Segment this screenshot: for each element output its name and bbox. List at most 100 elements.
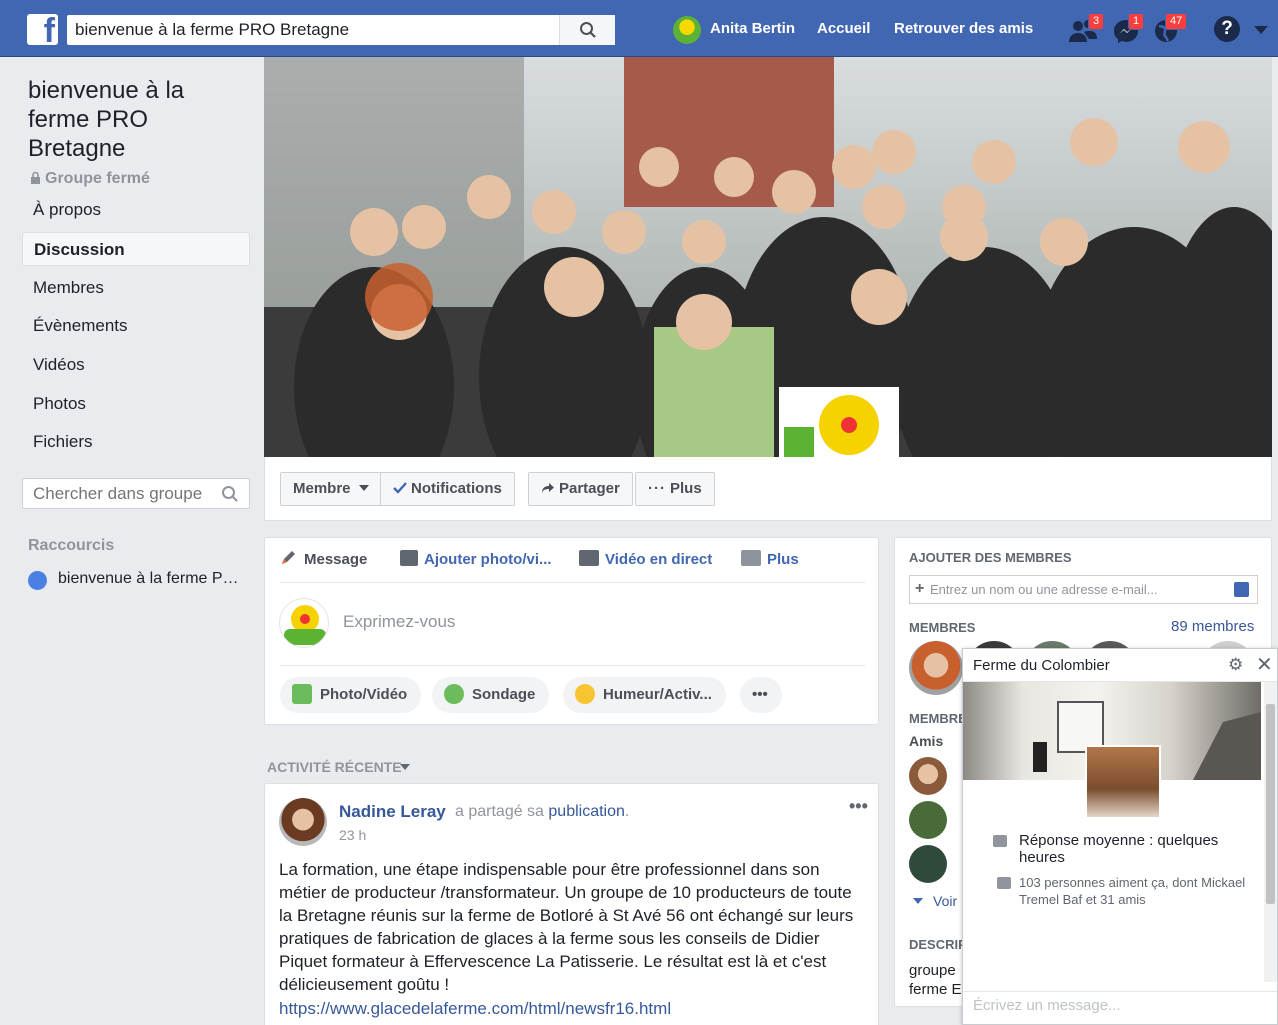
messages-button[interactable]: 1	[1112, 13, 1146, 45]
group-title[interactable]: bienvenue à la ferme PRO Bretagne	[28, 76, 238, 163]
chat-window: Ferme du Colombier ⚙ ✕ Réponse moyenne :…	[962, 648, 1278, 1025]
add-member-placeholder: Entrez un nom ou une adresse e-mail...	[930, 582, 1158, 597]
tab-live-video[interactable]: Vidéo en direct	[579, 550, 712, 568]
members-count-link[interactable]: 89 membres	[1171, 618, 1254, 635]
friend-avatar[interactable]	[909, 845, 947, 883]
sidebar-item-events[interactable]: Évènements	[22, 309, 250, 343]
friends-subtitle: Amis	[909, 733, 944, 749]
top-navigation-bar: f Anita Bertin Accueil Retrouver des ami…	[0, 0, 1278, 57]
notifications-button[interactable]: Notifications	[380, 472, 515, 506]
messages-badge: 1	[1128, 13, 1145, 30]
recent-activity-title[interactable]: ACTIVITÉ RÉCENTE	[267, 759, 402, 775]
post-options-menu[interactable]: •••	[849, 796, 868, 817]
member-button[interactable]: Membre	[280, 472, 382, 506]
video-camera-icon	[579, 550, 599, 566]
search-icon[interactable]	[221, 485, 239, 503]
divider	[280, 582, 865, 583]
close-icon[interactable]: ✕	[1256, 652, 1273, 677]
post-author-avatar[interactable]	[279, 798, 327, 846]
group-page-avatar	[279, 598, 329, 648]
sidebar-item-members[interactable]: Membres	[22, 271, 250, 305]
sidebar-item-discussion[interactable]: Discussion	[22, 232, 250, 266]
tab-message-label: Message	[304, 551, 368, 568]
chat-message-input[interactable]: Écrivez un message...	[963, 991, 1277, 1024]
description-line-2: ferme E	[909, 981, 962, 998]
facebook-logo-icon[interactable]: f	[27, 14, 58, 45]
photo-icon	[292, 684, 312, 704]
photo-video-label: Photo/Vidéo	[320, 686, 408, 703]
chat-header[interactable]: Ferme du Colombier ⚙ ✕	[963, 649, 1277, 682]
chat-scrollbar[interactable]	[1264, 682, 1277, 982]
post-action-suffix: .	[624, 803, 630, 820]
tab-message[interactable]: Message	[280, 550, 367, 568]
post-timestamp[interactable]: 23 h	[339, 827, 366, 843]
scrollbar-thumb[interactable]	[1266, 704, 1275, 904]
speech-bubble-icon	[993, 835, 1007, 847]
global-search	[67, 15, 615, 45]
flower-logo-icon	[284, 605, 326, 645]
tab-more-label: Plus	[767, 551, 799, 568]
group-search-input[interactable]	[23, 479, 213, 508]
group-cover-photo[interactable]	[264, 57, 1272, 457]
feed-post: Nadine Leray a partagé sa publication. 2…	[264, 783, 879, 1025]
home-link[interactable]: Accueil	[817, 20, 870, 37]
cover-action-bar: Membre Notifications Partager ··· Plus	[264, 457, 1272, 521]
global-search-input[interactable]	[67, 15, 557, 45]
find-friends-link[interactable]: Retrouver des amis	[894, 20, 1033, 37]
shortcut-item-group[interactable]: bienvenue à la ferme PRO Bretagne	[28, 570, 243, 592]
description-line-1: groupe	[909, 962, 956, 979]
divider	[280, 665, 865, 666]
feeling-activity-button[interactable]: Humeur/Activ...	[563, 677, 726, 713]
post-action-link[interactable]: publication	[548, 803, 625, 820]
add-members-title: AJOUTER DES MEMBRES	[909, 550, 1072, 565]
more-options-button[interactable]: •••	[740, 677, 782, 713]
check-icon	[393, 482, 407, 494]
post-action-text: a partagé sa publication.	[455, 803, 629, 821]
member-button-label: Membre	[293, 480, 351, 497]
chevron-down-icon	[913, 898, 923, 904]
response-time-text: Réponse moyenne : quelques heures	[1019, 832, 1219, 866]
post-url-link[interactable]: https://www.glacedelaferme.com/html/news…	[279, 999, 671, 1019]
tab-add-photo-video[interactable]: Ajouter photo/vi...	[400, 550, 552, 568]
tab-more[interactable]: Plus	[741, 550, 799, 568]
group-search	[22, 478, 250, 509]
address-book-icon[interactable]	[1234, 582, 1249, 597]
help-icon[interactable]: ?	[1214, 16, 1240, 42]
photo-video-button[interactable]: Photo/Vidéo	[280, 677, 422, 713]
share-button[interactable]: Partager	[528, 472, 633, 506]
share-button-label: Partager	[559, 480, 620, 497]
search-button[interactable]	[559, 15, 615, 45]
cover-photo-image	[264, 57, 1272, 457]
friend-requests-badge: 3	[1088, 13, 1105, 30]
page-profile-thumbnail[interactable]	[1085, 745, 1161, 819]
composer-input[interactable]: Exprimez-vous	[343, 612, 455, 632]
sidebar-item-photos[interactable]: Photos	[22, 387, 250, 421]
description-title: DESCRIP	[909, 937, 967, 952]
chevron-down-icon[interactable]	[400, 764, 410, 770]
plus-icon: +	[915, 580, 925, 597]
friend-avatar[interactable]	[909, 757, 947, 795]
profile-link[interactable]: Anita Bertin	[710, 20, 795, 37]
notifications-button[interactable]: 47	[1153, 13, 1188, 45]
see-all-link[interactable]: Voir	[913, 893, 957, 909]
user-avatar[interactable]	[673, 16, 701, 44]
more-button-label: Plus	[670, 480, 702, 497]
camera-icon	[400, 550, 418, 566]
post-action-prefix: a partagé sa	[455, 803, 544, 820]
friend-avatar[interactable]	[909, 801, 947, 839]
chevron-down-icon	[358, 485, 369, 491]
account-menu-caret-icon[interactable]	[1254, 26, 1268, 34]
sidebar-item-about[interactable]: À propos	[22, 193, 250, 227]
shortcut-label: bienvenue à la ferme PRO Bretagne	[58, 570, 243, 587]
add-member-input[interactable]: + Entrez un nom ou une adresse e-mail...	[909, 575, 1258, 604]
gear-icon[interactable]: ⚙	[1228, 655, 1243, 675]
sidebar-item-videos[interactable]: Vidéos	[22, 348, 250, 382]
member-avatar[interactable]	[909, 641, 963, 695]
lock-icon	[31, 171, 40, 184]
post-author-name[interactable]: Nadine Leray	[339, 802, 446, 822]
more-button[interactable]: ··· Plus	[635, 472, 715, 506]
chat-title[interactable]: Ferme du Colombier	[973, 657, 1110, 674]
sidebar-item-files[interactable]: Fichiers	[22, 425, 250, 459]
poll-button[interactable]: Sondage	[432, 677, 550, 713]
friend-requests-button[interactable]: 3	[1068, 13, 1105, 45]
